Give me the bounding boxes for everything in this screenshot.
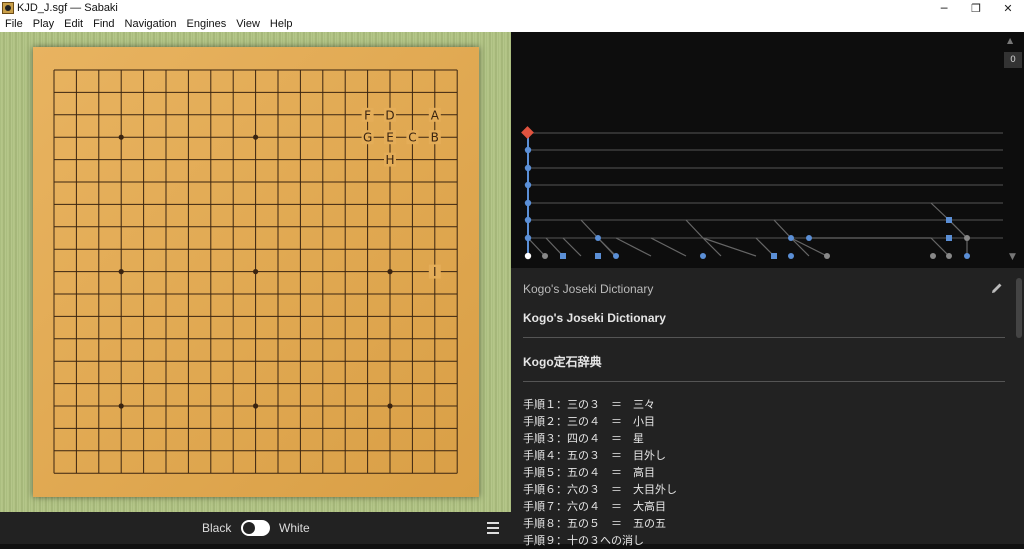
close-button[interactable]: ✕ [992,0,1024,16]
star-point [118,269,124,275]
sidebar: ▲ 0 ▼ Kogo's Joseki Dictionary Kogo's Jo… [511,32,1024,547]
comment-title-jp: Kogo定石辞典 [523,355,602,369]
menu-help[interactable]: Help [265,18,298,30]
star-point [387,269,393,275]
tree-nodes [521,126,970,260]
comment-header: Kogo's Joseki Dictionary [523,282,654,296]
comment-line: 手順６：六の３ ＝ 大目外し [523,483,677,496]
menu-engines[interactable]: Engines [182,18,232,30]
board-label: C [408,131,416,145]
white-player-label: White [279,521,310,535]
menu-edit[interactable]: Edit [59,18,88,30]
divider [523,337,1005,338]
tree-scroll-up-icon[interactable]: ▲ [1007,36,1013,45]
minimize-button[interactable]: ─ [928,0,960,16]
board-label: A [431,108,440,122]
comment-title-en: Kogo's Joseki Dictionary [523,311,666,325]
star-point [118,403,124,409]
tree-current-node [524,252,532,260]
comment-line: 手順９：十の３への消し [523,534,644,547]
title-bar: KJD_J.sgf — Sabaki ─ ❐ ✕ [0,0,1024,16]
comment-line: 手順５：五の４ ＝ 高目 [523,466,655,479]
menu-play[interactable]: Play [28,18,59,30]
comment-line: 手順２：三の４ ＝ 小目 [523,415,655,428]
window-title: KJD_J.sgf — Sabaki [17,2,118,14]
comment-line: 手順４：五の３ ＝ 目外し [523,449,666,462]
move-count-badge: 0 [1004,52,1022,68]
menu-navigation[interactable]: Navigation [120,18,182,30]
divider [523,381,1005,382]
player-bar: Black White [0,512,511,544]
game-tree[interactable]: ▲ 0 ▼ [511,32,1024,268]
board-grid[interactable]: F D A G E C B H I [53,69,459,475]
menu-view[interactable]: View [231,18,265,30]
comment-body: Kogo's Joseki Dictionary Kogo定石辞典 手順１：三の… [523,308,1005,549]
black-player-label: Black [202,521,232,535]
board-label: H [385,153,394,167]
board-label: B [431,131,439,145]
board-label: G [363,131,372,145]
star-point [253,269,259,275]
board-label: I [433,265,437,279]
go-board[interactable]: FD A GEC B H I [33,47,479,497]
comment-line: 手順３：四の４ ＝ 星 [523,432,644,445]
star-point [253,134,259,140]
hamburger-menu-icon[interactable] [487,522,499,534]
menu-file[interactable]: File [0,18,28,30]
pencil-icon[interactable] [991,282,1003,294]
comment-panel: Kogo's Joseki Dictionary Kogo's Joseki D… [511,268,1024,547]
game-tree-graph[interactable] [511,32,1024,268]
star-point [387,403,393,409]
toggle-knob [243,522,255,534]
comment-line: 手順８：五の５ ＝ 五の五 [523,517,666,530]
star-point [118,134,124,140]
comment-line: 手順１：三の３ ＝ 三々 [523,398,655,411]
app-icon [2,2,14,14]
player-toggle[interactable] [241,520,270,536]
menu-bar: File Play Edit Find Navigation Engines V… [0,16,1024,32]
comment-scrollbar[interactable] [1016,278,1022,338]
tree-scroll-down-icon[interactable]: ▼ [1009,252,1016,262]
board-label: F [364,108,371,122]
board-label: E [386,131,394,145]
menu-find[interactable]: Find [88,18,119,30]
star-point [253,403,259,409]
tree-root-node [521,126,534,139]
board-label: D [385,108,394,122]
comment-line: 手順７：六の４ ＝ 大高目 [523,500,666,513]
maximize-button[interactable]: ❐ [960,0,992,16]
goban-area: FD A GEC B H I [0,32,511,512]
